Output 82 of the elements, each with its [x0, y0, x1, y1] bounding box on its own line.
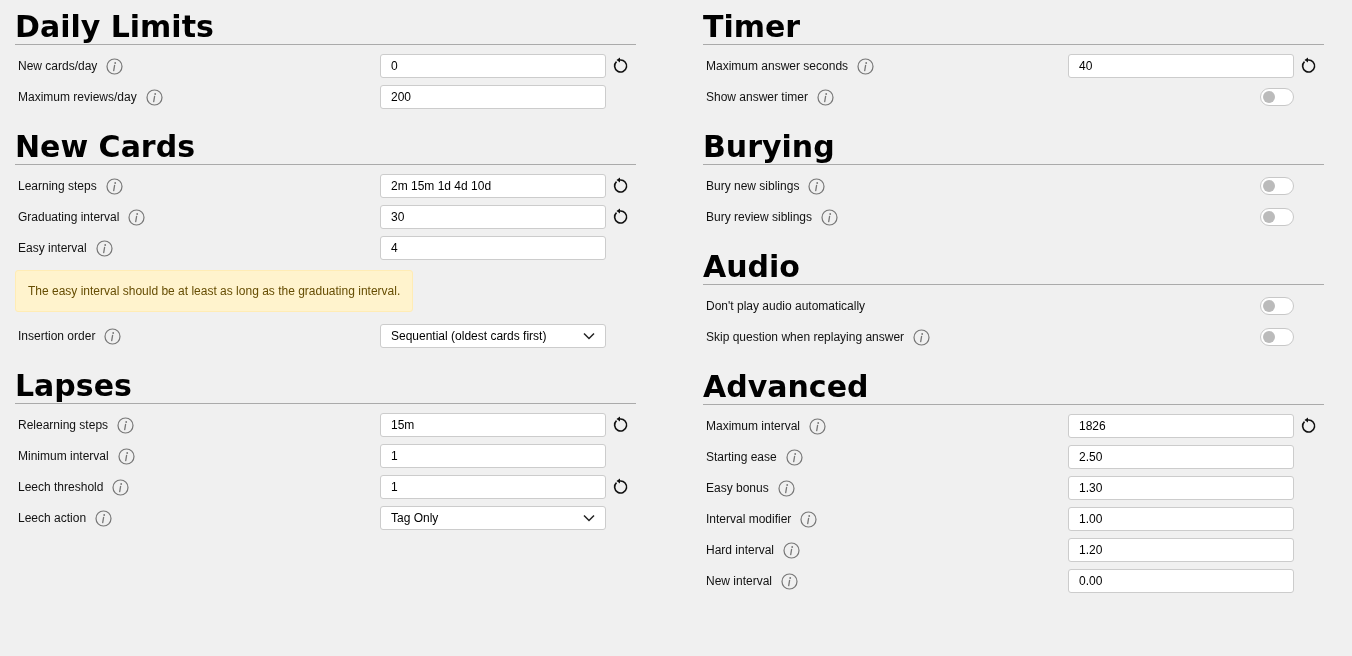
- toggle-switch[interactable]: [1260, 88, 1294, 106]
- info-icon[interactable]: [95, 239, 113, 257]
- info-icon[interactable]: [913, 328, 931, 346]
- setting-label: Learning steps: [18, 179, 97, 193]
- setting-label: New cards/day: [18, 59, 98, 73]
- setting-label: Insertion order: [18, 329, 96, 343]
- reset-icon[interactable]: [1299, 57, 1317, 75]
- section-heading: Timer: [703, 10, 1324, 45]
- setting-label: Starting ease: [706, 450, 777, 464]
- dropdown[interactable]: Sequential (oldest cards first): [380, 324, 606, 348]
- input-field[interactable]: 1826: [1068, 414, 1294, 438]
- section-heading: Lapses: [15, 369, 636, 404]
- info-icon[interactable]: [809, 417, 827, 435]
- info-icon[interactable]: [117, 447, 135, 465]
- info-icon[interactable]: [95, 509, 113, 527]
- info-icon[interactable]: [145, 88, 163, 106]
- info-icon[interactable]: [783, 541, 801, 559]
- section-heading: New Cards: [15, 130, 636, 165]
- info-icon[interactable]: [128, 208, 146, 226]
- info-icon[interactable]: [112, 478, 130, 496]
- info-icon[interactable]: [800, 510, 818, 528]
- warning-message: The easy interval should be at least as long as the graduating interval.: [15, 270, 414, 312]
- info-icon[interactable]: [808, 177, 826, 195]
- setting-label: Leech action: [18, 511, 87, 525]
- toggle-switch[interactable]: [1260, 328, 1294, 346]
- reset-icon[interactable]: [1299, 417, 1317, 435]
- setting-label: Don't play audio automatically: [706, 299, 866, 313]
- chevron-icon: [583, 514, 595, 522]
- info-icon[interactable]: [105, 177, 123, 195]
- section-heading: Daily Limits: [15, 10, 636, 45]
- info-icon[interactable]: [817, 88, 835, 106]
- setting-label: Relearning steps: [18, 418, 109, 432]
- info-icon[interactable]: [785, 448, 803, 466]
- info-icon[interactable]: [857, 57, 875, 75]
- section-heading: Burying: [703, 130, 1324, 165]
- input-field[interactable]: 200: [380, 85, 606, 109]
- reset-icon[interactable]: [611, 57, 629, 75]
- reset-icon[interactable]: [611, 478, 629, 496]
- reset-icon[interactable]: [611, 416, 629, 434]
- input-field[interactable]: 1.00: [1068, 507, 1294, 531]
- section-heading: Advanced: [703, 370, 1324, 405]
- setting-label: Hard interval: [706, 543, 775, 557]
- input-field[interactable]: 15m: [380, 413, 606, 437]
- setting-label: Bury new siblings: [706, 179, 800, 193]
- toggle-switch[interactable]: [1260, 208, 1294, 226]
- input-field[interactable]: 2m 15m 1d 4d 10d: [380, 174, 606, 198]
- section-heading: Audio: [703, 250, 1324, 285]
- input-field[interactable]: 0.00: [1068, 569, 1294, 593]
- input-field[interactable]: 1: [380, 475, 606, 499]
- input-field[interactable]: 40: [1068, 54, 1294, 78]
- info-icon[interactable]: [777, 479, 795, 497]
- input-field[interactable]: 1: [380, 444, 606, 468]
- setting-label: Maximum reviews/day: [18, 90, 137, 104]
- setting-label: Easy bonus: [706, 481, 769, 495]
- input-field[interactable]: 4: [380, 236, 606, 260]
- input-field[interactable]: 2.50: [1068, 445, 1294, 469]
- info-icon[interactable]: [821, 208, 839, 226]
- chevron-icon: [583, 332, 595, 340]
- reset-icon[interactable]: [611, 177, 629, 195]
- setting-label: Graduating interval: [18, 210, 120, 224]
- setting-label: Skip question when replaying answer: [706, 330, 905, 344]
- setting-label: Minimum interval: [18, 449, 109, 463]
- info-icon[interactable]: [104, 327, 122, 345]
- info-icon[interactable]: [781, 572, 799, 590]
- setting-label: New interval: [706, 574, 773, 588]
- input-field[interactable]: 0: [380, 54, 606, 78]
- toggle-switch[interactable]: [1260, 177, 1294, 195]
- setting-label: Show answer timer: [706, 90, 809, 104]
- setting-label: Leech threshold: [18, 480, 104, 494]
- dropdown[interactable]: Tag Only: [380, 506, 606, 530]
- setting-label: Interval modifier: [706, 512, 792, 526]
- setting-label: Maximum interval: [706, 419, 801, 433]
- info-icon[interactable]: [106, 57, 124, 75]
- input-field[interactable]: 1.30: [1068, 476, 1294, 500]
- setting-label: Maximum answer seconds: [706, 59, 849, 73]
- input-field[interactable]: 30: [380, 205, 606, 229]
- setting-label: Easy interval: [18, 241, 87, 255]
- toggle-switch[interactable]: [1260, 297, 1294, 315]
- reset-icon[interactable]: [611, 208, 629, 226]
- setting-label: Bury review siblings: [706, 210, 813, 224]
- input-field[interactable]: 1.20: [1068, 538, 1294, 562]
- info-icon[interactable]: [117, 416, 135, 434]
